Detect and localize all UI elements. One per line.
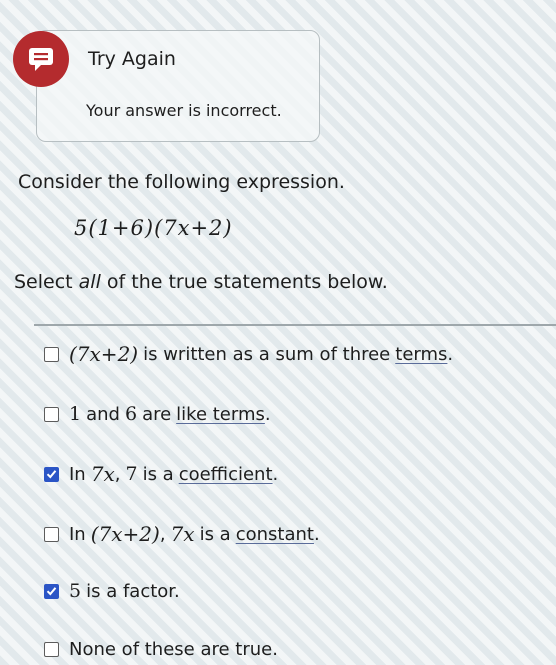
checkmark-icon — [46, 587, 57, 596]
checkbox-checked[interactable] — [44, 583, 59, 599]
checkbox[interactable] — [44, 642, 59, 657]
glossary-link-like-terms[interactable]: like terms — [176, 404, 265, 425]
math-term: 7x — [170, 522, 195, 546]
option-coefficient[interactable]: In 7x, 7 is a coefficient. — [44, 462, 278, 486]
punctuation: . — [272, 463, 279, 485]
math-value: 5 — [69, 580, 82, 602]
math-binomial: (7x+2) — [90, 522, 160, 546]
option-like-terms[interactable]: 1 and 6 are like terms. — [44, 403, 271, 425]
checkmark-icon — [46, 470, 57, 479]
math-expression: 5(1+6)(7x+2) — [74, 216, 233, 240]
math-binomial: (7x+2) — [69, 342, 139, 366]
divider — [34, 324, 556, 326]
math-term: 7x — [90, 462, 115, 486]
instruction-text: Select all of the true statements below. — [14, 271, 388, 293]
option-text: is written as a sum of three — [143, 343, 391, 365]
math-value: 1 — [69, 403, 82, 425]
instruction-text-before: Select — [14, 271, 79, 293]
instruction-emphasis: all — [78, 271, 101, 293]
option-text: and — [86, 403, 120, 425]
option-factor[interactable]: 5 is a factor. — [44, 580, 180, 602]
feedback-message: Your answer is incorrect. — [86, 101, 282, 120]
option-text: In — [69, 523, 86, 545]
glossary-link-coefficient[interactable]: coefficient — [179, 464, 273, 485]
punctuation: . — [447, 343, 454, 365]
checkbox-checked[interactable] — [44, 466, 59, 482]
punctuation: , — [114, 463, 121, 485]
option-text: None of these are true. — [69, 639, 278, 660]
glossary-link-constant[interactable]: constant — [236, 524, 314, 545]
math-value: 6 — [124, 403, 138, 425]
checkbox[interactable] — [44, 526, 59, 542]
punctuation: , — [159, 523, 166, 545]
option-sum-of-three-terms[interactable]: (7x+2) is written as a sum of three term… — [44, 342, 453, 366]
punctuation: . — [313, 523, 320, 545]
option-none[interactable]: None of these are true. — [44, 639, 278, 660]
checkbox[interactable] — [44, 406, 59, 422]
feedback-title: Try Again — [88, 48, 176, 70]
option-text: is a — [199, 523, 231, 545]
chat-bubble-icon — [13, 31, 69, 87]
instruction-text-after: of the true statements below. — [100, 271, 388, 293]
option-text: are — [142, 403, 172, 425]
option-text: In — [69, 463, 86, 485]
option-constant[interactable]: In (7x+2), 7x is a constant. — [44, 522, 320, 546]
option-text: is a factor. — [86, 580, 180, 602]
glossary-link-terms[interactable]: terms — [395, 344, 447, 365]
feedback-box — [36, 30, 320, 142]
option-text: is a — [142, 463, 174, 485]
question-prompt: Consider the following expression. — [18, 171, 345, 193]
punctuation: . — [264, 403, 271, 425]
checkbox[interactable] — [44, 346, 59, 362]
math-value: 7 — [125, 463, 138, 485]
